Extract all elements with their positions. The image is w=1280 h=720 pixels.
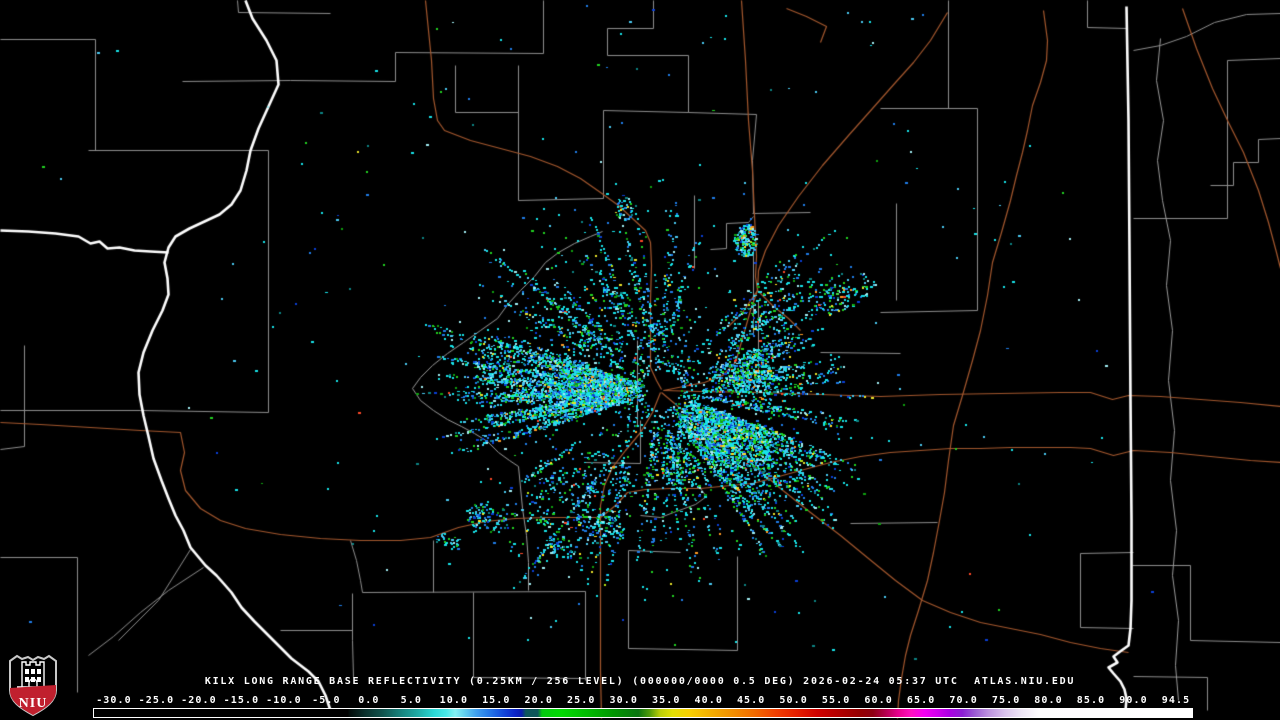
colorbar-label: 60.0 — [857, 695, 900, 706]
colorbar-label: 85.0 — [1070, 695, 1113, 706]
colorbar-label: -15.0 — [220, 695, 263, 706]
colorbar-legend — [93, 708, 1193, 718]
radar-map-image — [0, 0, 1280, 720]
colorbar-label: 20.0 — [517, 695, 560, 706]
colorbar-label: 75.0 — [985, 695, 1028, 706]
colorbar-label: -30.0 — [93, 695, 136, 706]
colorbar-label: 15.0 — [475, 695, 518, 706]
colorbar-label: -20.0 — [177, 695, 220, 706]
product-title-text: KILX LONG RANGE BASE REFLECTIVITY (0.25K… — [205, 676, 1075, 687]
radar-viewer: KILX LONG RANGE BASE REFLECTIVITY (0.25K… — [0, 0, 1280, 720]
colorbar-label: 65.0 — [900, 695, 943, 706]
logo-text: NIU — [19, 696, 48, 711]
colorbar-scale-labels: -30.0-25.0-20.0-15.0-10.0-5.00.05.010.01… — [0, 695, 1280, 707]
colorbar-label: -25.0 — [135, 695, 178, 706]
colorbar-label: 35.0 — [645, 695, 688, 706]
colorbar-label: -5.0 — [305, 695, 348, 706]
niu-logo: NIU — [5, 654, 61, 718]
colorbar-label: 5.0 — [390, 695, 433, 706]
colorbar-label: 55.0 — [815, 695, 858, 706]
product-title-bar: KILX LONG RANGE BASE REFLECTIVITY (0.25K… — [0, 676, 1280, 687]
colorbar-label: 45.0 — [730, 695, 773, 706]
colorbar-label: 90.0 — [1112, 695, 1155, 706]
colorbar-label: 30.0 — [602, 695, 645, 706]
colorbar-label: 80.0 — [1027, 695, 1070, 706]
colorbar-label: 50.0 — [772, 695, 815, 706]
colorbar-label: 10.0 — [432, 695, 475, 706]
colorbar-label: 25.0 — [560, 695, 603, 706]
colorbar-label: 40.0 — [687, 695, 730, 706]
colorbar-label: -10.0 — [262, 695, 305, 706]
colorbar-label: 70.0 — [942, 695, 985, 706]
colorbar-label: 94.5 — [1155, 695, 1198, 706]
colorbar-gradient — [94, 709, 1192, 717]
colorbar-label: 0.0 — [347, 695, 390, 706]
